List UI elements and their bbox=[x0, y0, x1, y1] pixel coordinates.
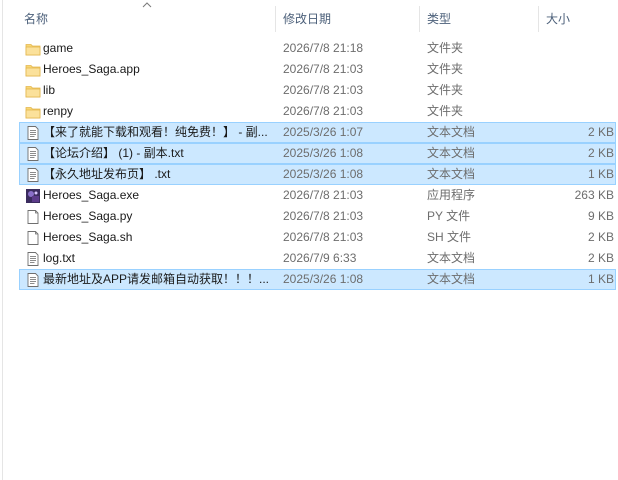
file-modified-date: 2025/3/26 1:07 bbox=[283, 125, 364, 139]
file-size bbox=[540, 60, 614, 79]
file-type: 文件夹 bbox=[427, 83, 464, 97]
file-name: Heroes_Saga.sh bbox=[43, 230, 133, 244]
file-size bbox=[540, 102, 614, 121]
file-type: 文件夹 bbox=[427, 62, 464, 76]
file-modified-date: 2026/7/8 21:03 bbox=[283, 62, 364, 76]
blank-file-icon bbox=[25, 209, 41, 225]
blank-file-icon bbox=[25, 230, 41, 246]
file-type: PY 文件 bbox=[427, 209, 471, 223]
file-row[interactable]: Heroes_Saga.app 2026/7/8 21:03 文件夹 bbox=[19, 59, 616, 80]
column-header-size[interactable]: 大小 bbox=[541, 10, 616, 28]
file-modified-date: 2026/7/8 21:03 bbox=[283, 230, 364, 244]
text-document-icon bbox=[25, 125, 41, 141]
column-divider[interactable] bbox=[538, 6, 539, 32]
file-size: 9 KB bbox=[587, 209, 614, 223]
file-type: 文本文档 bbox=[427, 146, 476, 160]
column-divider[interactable] bbox=[419, 6, 420, 32]
file-size: 2 KB bbox=[587, 230, 614, 244]
file-row[interactable]: log.txt 2026/7/9 6:33 文本文档 2 KB bbox=[19, 248, 616, 269]
file-modified-date: 2026/7/8 21:03 bbox=[283, 83, 364, 97]
column-divider[interactable] bbox=[275, 6, 276, 32]
file-name: 最新地址及APP请发邮箱自动获取！！！... bbox=[43, 272, 270, 286]
column-header-bar: 名称 修改日期 类型 大小 bbox=[3, 0, 618, 37]
file-type: SH 文件 bbox=[427, 230, 472, 244]
text-document-icon bbox=[25, 272, 41, 288]
file-list-pane[interactable]: 名称 修改日期 类型 大小 game 2026/7/8 21:18 文件夹 Heroe… bbox=[2, 0, 618, 480]
file-modified-date: 2025/3/26 1:08 bbox=[283, 146, 364, 160]
column-header-date[interactable]: 修改日期 bbox=[278, 10, 418, 28]
file-row[interactable]: Heroes_Saga.py 2026/7/8 21:03 PY 文件 9 KB bbox=[19, 206, 616, 227]
file-modified-date: 2025/3/26 1:08 bbox=[283, 272, 364, 286]
file-name: Heroes_Saga.app bbox=[43, 62, 140, 76]
file-name: 【永久地址发布页】 .txt bbox=[43, 167, 171, 181]
file-size: 2 KB bbox=[587, 125, 614, 139]
file-size: 2 KB bbox=[587, 146, 614, 160]
folder-icon bbox=[25, 41, 41, 57]
file-name: Heroes_Saga.exe bbox=[43, 188, 140, 202]
file-modified-date: 2026/7/8 21:03 bbox=[283, 209, 364, 223]
file-type: 文件夹 bbox=[427, 104, 464, 118]
file-size: 2 KB bbox=[587, 251, 614, 265]
file-row[interactable]: lib 2026/7/8 21:03 文件夹 bbox=[19, 80, 616, 101]
file-type: 文本文档 bbox=[427, 125, 476, 139]
file-name: renpy bbox=[43, 104, 74, 118]
file-size: 263 KB bbox=[574, 188, 614, 202]
file-name: lib bbox=[43, 83, 56, 97]
file-size bbox=[540, 39, 614, 58]
file-modified-date: 2025/3/26 1:08 bbox=[283, 167, 364, 181]
file-modified-date: 2026/7/8 21:18 bbox=[283, 41, 364, 55]
file-type: 文本文档 bbox=[427, 272, 476, 286]
file-row[interactable]: 【来了就能下载和观看！纯免费！】 - 副... 2025/3/26 1:07 文本文… bbox=[19, 122, 616, 143]
file-row[interactable]: Heroes_Saga.sh 2026/7/8 21:03 SH 文件 2 KB bbox=[19, 227, 616, 248]
column-header-name[interactable]: 名称 bbox=[19, 10, 274, 28]
file-size: 1 KB bbox=[587, 167, 614, 181]
sort-ascending-icon bbox=[142, 2, 152, 8]
file-type: 文本文档 bbox=[427, 251, 476, 265]
file-name: 【论坛介绍】 (1) - 副本.txt bbox=[43, 146, 184, 160]
folder-icon bbox=[25, 62, 41, 78]
file-row[interactable]: 最新地址及APP请发邮箱自动获取！！！... 2025/3/26 1:08 文本文档… bbox=[19, 269, 616, 290]
file-type: 文件夹 bbox=[427, 41, 464, 55]
column-header-type[interactable]: 类型 bbox=[422, 10, 537, 28]
application-icon bbox=[25, 188, 41, 204]
text-document-icon bbox=[25, 251, 41, 267]
file-modified-date: 2026/7/8 21:03 bbox=[283, 188, 364, 202]
text-document-icon bbox=[25, 167, 41, 183]
file-modified-date: 2026/7/8 21:03 bbox=[283, 104, 364, 118]
file-type: 应用程序 bbox=[427, 188, 476, 202]
file-row[interactable]: 【永久地址发布页】 .txt 2025/3/26 1:08 文本文档 1 KB bbox=[19, 164, 616, 185]
file-row[interactable]: Heroes_Saga.exe 2026/7/8 21:03 应用程序 263 KB bbox=[19, 185, 616, 206]
file-name: log.txt bbox=[43, 251, 76, 265]
text-document-icon bbox=[25, 146, 41, 162]
folder-icon bbox=[25, 83, 41, 99]
file-row[interactable]: renpy 2026/7/8 21:03 文件夹 bbox=[19, 101, 616, 122]
file-name: Heroes_Saga.py bbox=[43, 209, 133, 223]
file-row[interactable]: 【论坛介绍】 (1) - 副本.txt 2025/3/26 1:08 文本文档 2 K… bbox=[19, 143, 616, 164]
file-type: 文本文档 bbox=[427, 167, 476, 181]
file-size bbox=[540, 81, 614, 100]
file-name: 【来了就能下载和观看！纯免费！】 - 副... bbox=[43, 125, 268, 139]
file-row[interactable]: game 2026/7/8 21:18 文件夹 bbox=[19, 38, 616, 59]
file-name: game bbox=[43, 41, 74, 55]
folder-icon bbox=[25, 104, 41, 120]
file-size: 1 KB bbox=[587, 272, 614, 286]
file-modified-date: 2026/7/9 6:33 bbox=[283, 251, 357, 265]
